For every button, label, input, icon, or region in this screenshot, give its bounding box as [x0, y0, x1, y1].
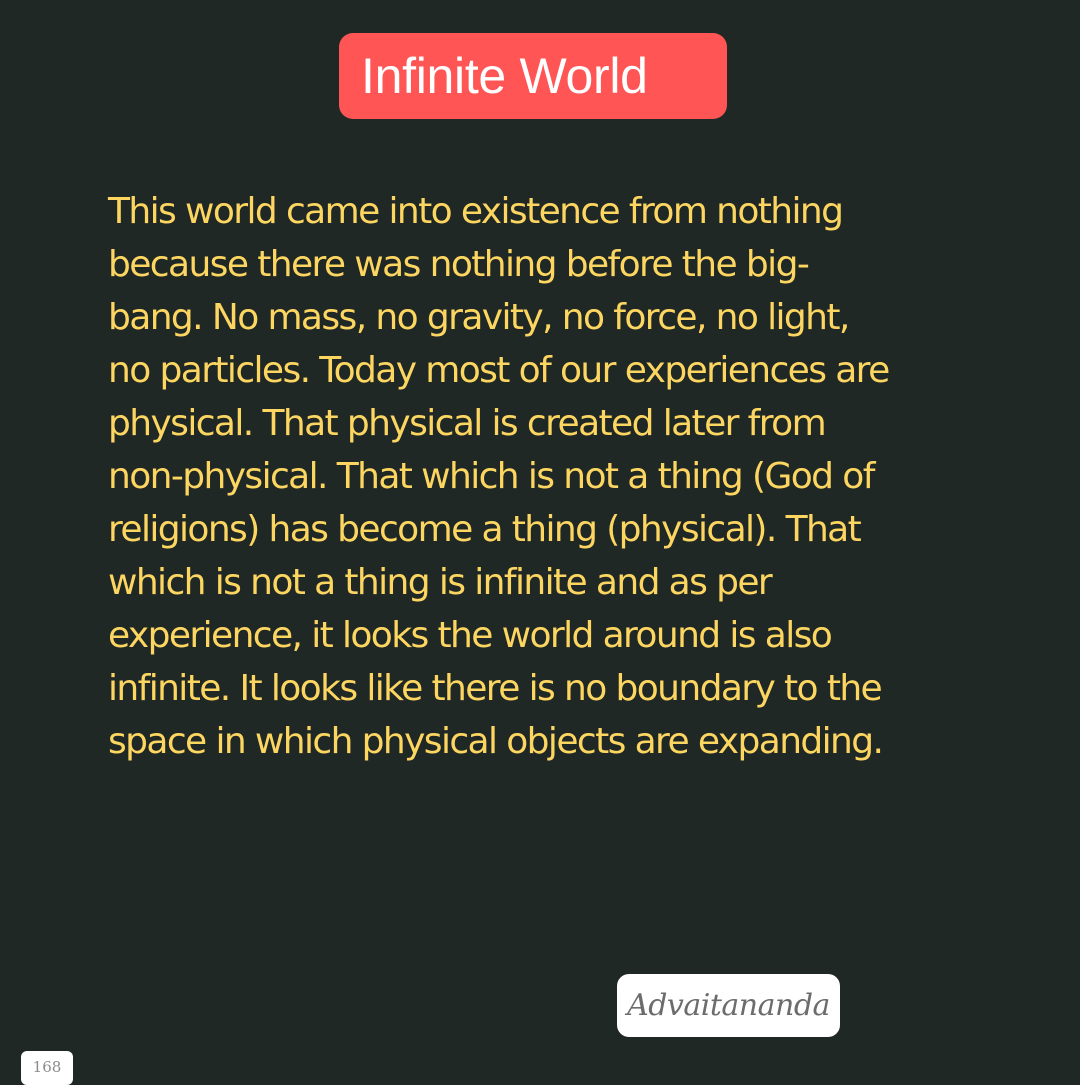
page-title: Infinite World	[361, 48, 648, 104]
body-line: which is not a thing is infinite and as …	[108, 562, 773, 603]
signature-badge: Advaitananda	[617, 974, 840, 1037]
body-paragraph: This world came into existence from noth…	[108, 185, 1013, 768]
body-line: space in which physical objects are expa…	[108, 721, 884, 762]
body-line: religions) has become a thing (physical)…	[108, 509, 862, 550]
author-signature: Advaitananda	[627, 988, 830, 1023]
body-line: experience, it looks the world around is…	[108, 615, 833, 656]
body-line: infinite. It looks like there is no boun…	[108, 668, 883, 709]
page-number: 168	[32, 1058, 62, 1076]
body-line: bang. No mass, no gravity, no force, no …	[108, 297, 850, 338]
body-line: This world came into existence from noth…	[108, 191, 844, 232]
body-line: non-physical. That which is not a thing …	[108, 456, 875, 497]
body-line: no particles. Today most of our experien…	[108, 350, 890, 391]
title-badge: Infinite World	[339, 33, 727, 119]
body-line: because there was nothing before the big…	[108, 244, 810, 285]
body-line: physical. That physical is created later…	[108, 403, 827, 444]
